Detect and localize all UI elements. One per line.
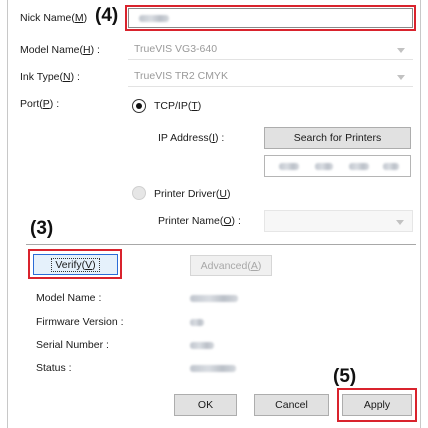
callout-3: (3) [30,218,54,239]
info-firmware-version-value [190,319,204,326]
callout-4: (4) [95,5,119,26]
cancel-button[interactable]: Cancel [254,394,329,416]
info-firmware-version-label: Firmware Version : [36,316,124,328]
chevron-down-icon [396,220,404,225]
port-label: Port(P) : [20,98,60,110]
ip-octet-3 [349,163,369,170]
info-model-name-value [190,295,238,302]
dialog-right-border [420,0,421,428]
verify-button[interactable]: Verify(V) [33,254,118,275]
model-name-select-value: TrueVIS VG3-640 [134,43,218,55]
ip-address-label: IP Address(I) : [158,132,225,144]
printer-name-label: Printer Name(O) : [158,215,241,227]
model-name-select[interactable]: TrueVIS VG3-640 [128,40,413,60]
ip-octet-2 [315,163,333,170]
info-status-label: Status : [36,362,72,374]
ip-address-input[interactable] [264,155,411,177]
advanced-button[interactable]: Advanced(A) [190,255,272,276]
nick-name-label: Nick Name(M) [20,12,88,24]
printer-name-select[interactable] [264,210,413,232]
info-serial-number-value [190,342,214,349]
nick-name-input[interactable] [128,8,413,28]
verify-button-label: Verify(V) [51,257,100,272]
section-divider [26,244,416,245]
info-status-value [190,365,236,372]
chevron-down-icon [397,75,405,80]
info-model-name-label: Model Name : [36,292,102,304]
ink-type-select-value: TrueVIS TR2 CMYK [134,70,228,82]
nick-name-redacted-value [139,15,169,22]
callout-5: (5) [333,366,357,387]
ink-type-label: Ink Type(N) : [20,71,80,83]
ink-type-select[interactable]: TrueVIS TR2 CMYK [128,67,413,87]
tcpip-label: TCP/IP(T) [154,100,202,112]
tcpip-radio[interactable] [132,99,146,113]
info-serial-number-label: Serial Number : [36,339,109,351]
chevron-down-icon [397,48,405,53]
printer-driver-radio[interactable] [132,186,146,200]
ok-button[interactable]: OK [174,394,237,416]
ip-octet-4 [383,163,399,170]
apply-button[interactable]: Apply [342,394,412,416]
search-for-printers-button[interactable]: Search for Printers [264,127,411,149]
dialog-left-border [7,0,8,428]
printer-driver-label: Printer Driver(U) [154,188,231,200]
ip-octet-1 [279,163,299,170]
model-name-label: Model Name(H) : [20,44,100,56]
